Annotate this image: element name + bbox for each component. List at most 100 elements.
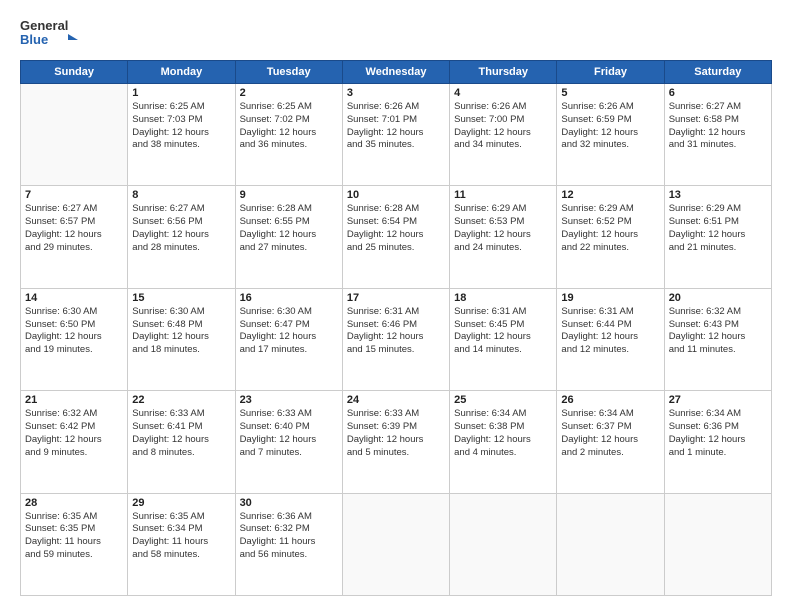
day-info: Sunrise: 6:35 AM Sunset: 6:35 PM Dayligh… (25, 511, 123, 562)
day-info: Sunrise: 6:32 AM Sunset: 6:42 PM Dayligh… (25, 408, 123, 459)
day-number: 29 (132, 497, 230, 509)
calendar-header-row: SundayMondayTuesdayWednesdayThursdayFrid… (21, 61, 772, 84)
calendar-week-row: 28 Sunrise: 6:35 AM Sunset: 6:35 PM Dayli… (21, 493, 772, 595)
day-info: Sunrise: 6:31 AM Sunset: 6:44 PM Dayligh… (561, 306, 659, 357)
calendar-cell: 28 Sunrise: 6:35 AM Sunset: 6:35 PM Dayli… (21, 493, 128, 595)
calendar-cell: 17 Sunrise: 6:31 AM Sunset: 6:46 PM Dayli… (342, 288, 449, 390)
calendar-cell: 3 Sunrise: 6:26 AM Sunset: 7:01 PM Daylig… (342, 84, 449, 186)
day-number: 26 (561, 394, 659, 406)
calendar-cell: 25 Sunrise: 6:34 AM Sunset: 6:38 PM Dayli… (450, 391, 557, 493)
day-info: Sunrise: 6:31 AM Sunset: 6:46 PM Dayligh… (347, 306, 445, 357)
calendar-cell: 15 Sunrise: 6:30 AM Sunset: 6:48 PM Dayli… (128, 288, 235, 390)
day-of-week-header: Tuesday (235, 61, 342, 84)
calendar-cell: 24 Sunrise: 6:33 AM Sunset: 6:39 PM Dayli… (342, 391, 449, 493)
day-number: 10 (347, 189, 445, 201)
calendar-cell: 30 Sunrise: 6:36 AM Sunset: 6:32 PM Dayli… (235, 493, 342, 595)
calendar-cell: 2 Sunrise: 6:25 AM Sunset: 7:02 PM Daylig… (235, 84, 342, 186)
day-info: Sunrise: 6:36 AM Sunset: 6:32 PM Dayligh… (240, 511, 338, 562)
calendar-cell: 10 Sunrise: 6:28 AM Sunset: 6:54 PM Dayli… (342, 186, 449, 288)
day-info: Sunrise: 6:27 AM Sunset: 6:57 PM Dayligh… (25, 203, 123, 254)
day-info: Sunrise: 6:34 AM Sunset: 6:36 PM Dayligh… (669, 408, 767, 459)
calendar-cell: 13 Sunrise: 6:29 AM Sunset: 6:51 PM Dayli… (664, 186, 771, 288)
calendar-week-row: 1Sunrise: 6:25 AM Sunset: 7:03 PM Daylig… (21, 84, 772, 186)
day-number: 13 (669, 189, 767, 201)
day-number: 3 (347, 87, 445, 99)
calendar-cell: 5 Sunrise: 6:26 AM Sunset: 6:59 PM Daylig… (557, 84, 664, 186)
calendar-cell: 18 Sunrise: 6:31 AM Sunset: 6:45 PM Dayli… (450, 288, 557, 390)
calendar-cell: 14 Sunrise: 6:30 AM Sunset: 6:50 PM Dayli… (21, 288, 128, 390)
day-number: 17 (347, 292, 445, 304)
day-number: 21 (25, 394, 123, 406)
day-number: 5 (561, 87, 659, 99)
day-of-week-header: Wednesday (342, 61, 449, 84)
day-info: Sunrise: 6:31 AM Sunset: 6:45 PM Dayligh… (454, 306, 552, 357)
calendar-cell (342, 493, 449, 595)
day-number: 9 (240, 189, 338, 201)
day-number: 12 (561, 189, 659, 201)
day-info: Sunrise: 6:34 AM Sunset: 6:37 PM Dayligh… (561, 408, 659, 459)
logo-svg: GeneralBlue (20, 16, 80, 50)
calendar-cell: 29 Sunrise: 6:35 AM Sunset: 6:34 PM Dayli… (128, 493, 235, 595)
day-number: 8 (132, 189, 230, 201)
day-number: 15 (132, 292, 230, 304)
svg-text:Blue: Blue (20, 32, 48, 47)
day-info: Sunrise: 6:33 AM Sunset: 6:39 PM Dayligh… (347, 408, 445, 459)
day-info: Sunrise: 6:25 AM Sunset: 7:02 PM Dayligh… (240, 101, 338, 152)
calendar-cell (557, 493, 664, 595)
day-info: Sunrise: 6:29 AM Sunset: 6:51 PM Dayligh… (669, 203, 767, 254)
day-info: Sunrise: 6:30 AM Sunset: 6:48 PM Dayligh… (132, 306, 230, 357)
day-number: 28 (25, 497, 123, 509)
calendar-cell: 20Sunrise: 6:32 AM Sunset: 6:43 PM Dayli… (664, 288, 771, 390)
day-number: 30 (240, 497, 338, 509)
day-info: Sunrise: 6:26 AM Sunset: 7:01 PM Dayligh… (347, 101, 445, 152)
calendar-cell: 7 Sunrise: 6:27 AM Sunset: 6:57 PM Daylig… (21, 186, 128, 288)
calendar-cell: 16Sunrise: 6:30 AM Sunset: 6:47 PM Dayli… (235, 288, 342, 390)
calendar-cell: 26 Sunrise: 6:34 AM Sunset: 6:37 PM Dayli… (557, 391, 664, 493)
day-info: Sunrise: 6:26 AM Sunset: 6:59 PM Dayligh… (561, 101, 659, 152)
day-number: 18 (454, 292, 552, 304)
calendar-cell: 8Sunrise: 6:27 AM Sunset: 6:56 PM Daylig… (128, 186, 235, 288)
day-number: 14 (25, 292, 123, 304)
day-info: Sunrise: 6:28 AM Sunset: 6:55 PM Dayligh… (240, 203, 338, 254)
calendar-cell: 1Sunrise: 6:25 AM Sunset: 7:03 PM Daylig… (128, 84, 235, 186)
calendar-cell (21, 84, 128, 186)
calendar-week-row: 21 Sunrise: 6:32 AM Sunset: 6:42 PM Dayli… (21, 391, 772, 493)
day-info: Sunrise: 6:33 AM Sunset: 6:41 PM Dayligh… (132, 408, 230, 459)
day-info: Sunrise: 6:26 AM Sunset: 7:00 PM Dayligh… (454, 101, 552, 152)
day-number: 23 (240, 394, 338, 406)
day-of-week-header: Thursday (450, 61, 557, 84)
calendar-cell: 11Sunrise: 6:29 AM Sunset: 6:53 PM Dayli… (450, 186, 557, 288)
day-number: 2 (240, 87, 338, 99)
svg-text:General: General (20, 18, 68, 33)
day-info: Sunrise: 6:34 AM Sunset: 6:38 PM Dayligh… (454, 408, 552, 459)
day-info: Sunrise: 6:29 AM Sunset: 6:52 PM Dayligh… (561, 203, 659, 254)
calendar-table: SundayMondayTuesdayWednesdayThursdayFrid… (20, 60, 772, 596)
calendar-week-row: 7 Sunrise: 6:27 AM Sunset: 6:57 PM Daylig… (21, 186, 772, 288)
day-of-week-header: Saturday (664, 61, 771, 84)
day-info: Sunrise: 6:33 AM Sunset: 6:40 PM Dayligh… (240, 408, 338, 459)
day-info: Sunrise: 6:25 AM Sunset: 7:03 PM Dayligh… (132, 101, 230, 152)
calendar-cell: 6 Sunrise: 6:27 AM Sunset: 6:58 PM Daylig… (664, 84, 771, 186)
day-number: 27 (669, 394, 767, 406)
day-of-week-header: Monday (128, 61, 235, 84)
day-number: 7 (25, 189, 123, 201)
calendar-cell: 21 Sunrise: 6:32 AM Sunset: 6:42 PM Dayli… (21, 391, 128, 493)
day-info: Sunrise: 6:35 AM Sunset: 6:34 PM Dayligh… (132, 511, 230, 562)
header: GeneralBlue (20, 16, 772, 50)
calendar-cell: 9 Sunrise: 6:28 AM Sunset: 6:55 PM Daylig… (235, 186, 342, 288)
day-number: 6 (669, 87, 767, 99)
day-info: Sunrise: 6:28 AM Sunset: 6:54 PM Dayligh… (347, 203, 445, 254)
day-info: Sunrise: 6:29 AM Sunset: 6:53 PM Dayligh… (454, 203, 552, 254)
day-info: Sunrise: 6:30 AM Sunset: 6:50 PM Dayligh… (25, 306, 123, 357)
day-number: 24 (347, 394, 445, 406)
calendar-cell: 27 Sunrise: 6:34 AM Sunset: 6:36 PM Dayli… (664, 391, 771, 493)
day-info: Sunrise: 6:27 AM Sunset: 6:58 PM Dayligh… (669, 101, 767, 152)
day-number: 19 (561, 292, 659, 304)
calendar-cell: 23 Sunrise: 6:33 AM Sunset: 6:40 PM Dayli… (235, 391, 342, 493)
day-number: 20 (669, 292, 767, 304)
calendar-cell: 19 Sunrise: 6:31 AM Sunset: 6:44 PM Dayli… (557, 288, 664, 390)
calendar-cell (664, 493, 771, 595)
day-number: 25 (454, 394, 552, 406)
calendar-week-row: 14 Sunrise: 6:30 AM Sunset: 6:50 PM Dayli… (21, 288, 772, 390)
day-number: 22 (132, 394, 230, 406)
